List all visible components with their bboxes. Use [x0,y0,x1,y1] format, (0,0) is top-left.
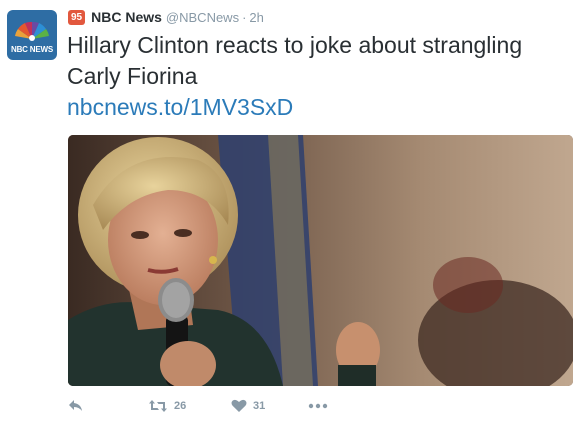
more-icon [308,403,328,409]
reply-icon [69,400,82,411]
notification-badge: 95 [68,9,86,25]
tweet-link[interactable]: nbcnews.to/1MV3SxD [67,92,572,123]
retweet-count: 26 [174,400,187,412]
like-count: 31 [253,400,266,412]
tweet: NBC NEWS 95 NBC News @NBCNews · 2h Hilla… [0,0,584,423]
photo-illustration [68,135,573,386]
nbc-news-avatar[interactable]: NBC NEWS [7,10,57,60]
tweet-text: Hillary Clinton reacts to joke about str… [67,32,523,89]
heart-icon [231,399,247,412]
tweet-header: 95 NBC News @NBCNews · 2h [68,7,264,27]
timestamp[interactable]: 2h [249,10,263,25]
avatar-label: NBC NEWS [11,45,53,54]
tweet-photo[interactable] [68,135,573,386]
retweet-icon [149,400,167,412]
username[interactable]: @NBCNews [166,10,239,25]
separator-dot: · [242,9,247,25]
more-button[interactable] [308,396,328,416]
retweet-button[interactable]: 26 [148,396,186,416]
like-button[interactable]: 31 [231,396,265,416]
reply-button[interactable] [68,396,84,416]
tweet-text-block: Hillary Clinton reacts to joke about str… [67,30,572,123]
display-name[interactable]: NBC News [91,9,162,25]
tweet-actions: 26 31 [68,396,368,416]
